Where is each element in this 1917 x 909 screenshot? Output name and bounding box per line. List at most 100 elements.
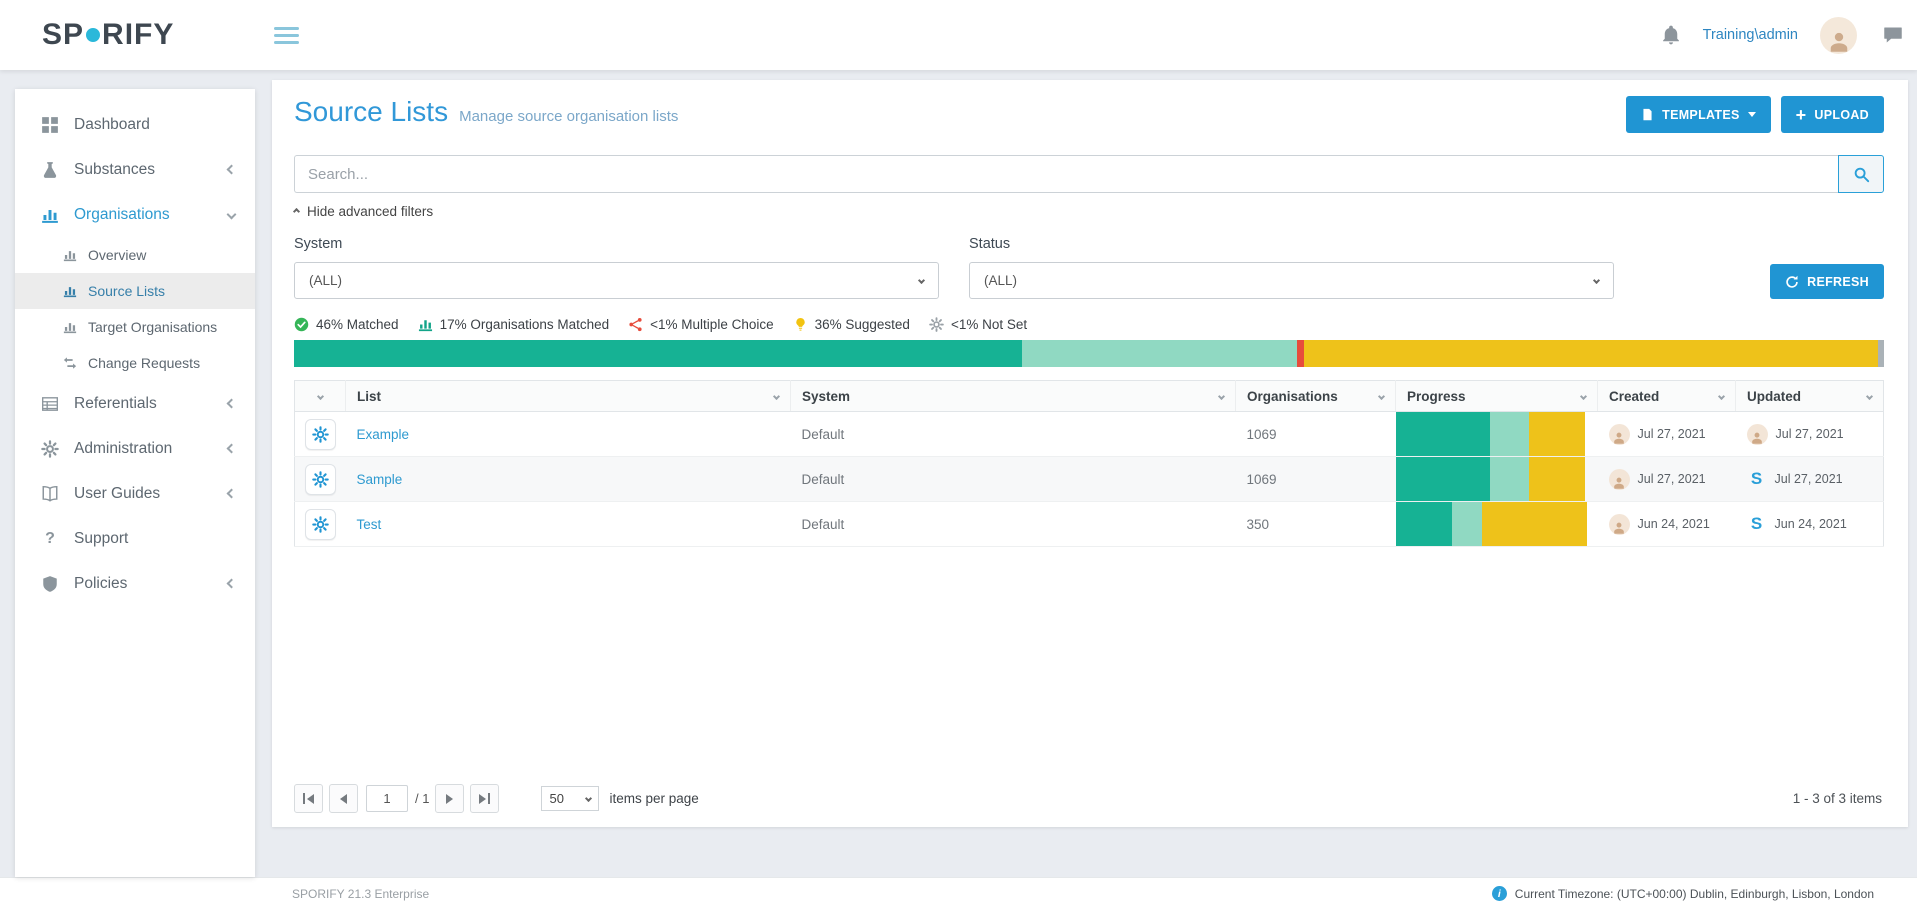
progress-segment-matched	[294, 340, 1022, 367]
column-header-progress[interactable]: Progress	[1396, 381, 1598, 412]
sidebar-toggle-icon[interactable]	[274, 27, 299, 44]
user-avatar-icon	[1609, 469, 1630, 490]
legend-matched: 46% Matched	[294, 317, 399, 332]
logo-text-pre: SP	[42, 18, 84, 52]
chevron-down-icon	[773, 392, 780, 399]
created-cell: Jul 27, 2021	[1609, 469, 1725, 490]
system-cell: Default	[791, 412, 1236, 457]
chevron-down-icon	[1718, 392, 1725, 399]
page-number-input[interactable]	[366, 785, 408, 812]
row-settings-button[interactable]	[305, 464, 336, 495]
system-select[interactable]: (ALL)	[294, 262, 939, 299]
bar-chart-icon	[63, 248, 77, 262]
plus-icon: +	[1796, 106, 1807, 124]
chevron-left-icon	[227, 165, 237, 175]
table-row: Sample Default 1069 Jul 27, 2021	[295, 457, 1884, 502]
last-page-button[interactable]	[470, 784, 499, 813]
version-label: SPORIFY 21.3 Enterprise	[292, 887, 429, 901]
previous-page-button[interactable]	[329, 784, 358, 813]
file-icon	[1641, 108, 1654, 121]
gear-icon	[312, 426, 329, 443]
chevron-down-icon	[1378, 392, 1385, 399]
updated-cell: Jul 27, 2021	[1747, 424, 1873, 445]
sidebar-item-referentials[interactable]: Referentials	[15, 381, 255, 426]
overall-progress-bar	[294, 340, 1884, 367]
upload-button[interactable]: + UPLOAD	[1781, 96, 1884, 133]
source-lists-table: List System Organisations Progress Creat…	[294, 380, 1884, 547]
search-input[interactable]	[294, 155, 1838, 193]
sidebar-subitem-label: Change Requests	[88, 355, 200, 371]
created-cell: Jul 27, 2021	[1609, 424, 1725, 445]
system-cell: Default	[791, 457, 1236, 502]
search-icon	[1853, 166, 1870, 183]
flask-icon	[41, 161, 59, 179]
sidebar-item-overview[interactable]: Overview	[15, 237, 255, 273]
app-shell: Dashboard Substances Organisations Overv…	[0, 70, 1917, 877]
chevron-down-icon	[1218, 392, 1225, 399]
first-page-button[interactable]	[294, 784, 323, 813]
sidebar-item-administration[interactable]: Administration	[15, 426, 255, 471]
column-header-created[interactable]: Created	[1598, 381, 1736, 412]
hide-advanced-filters-toggle[interactable]: Hide advanced filters	[294, 204, 433, 219]
sidebar-item-label: Referentials	[74, 395, 157, 413]
status-filter-label: Status	[969, 236, 1614, 252]
top-header: SP RIFY Training\admin	[0, 0, 1917, 70]
list-link[interactable]: Example	[357, 427, 410, 442]
column-header-updated[interactable]: Updated	[1736, 381, 1884, 412]
chevron-down-icon	[227, 210, 237, 220]
sidebar: Dashboard Substances Organisations Overv…	[15, 89, 255, 877]
app-footer: SPORIFY 21.3 Enterprise i Current Timezo…	[0, 877, 1917, 909]
sidebar-item-label: User Guides	[74, 485, 160, 503]
user-avatar-icon	[1609, 514, 1630, 535]
app-logo[interactable]: SP RIFY	[42, 18, 174, 52]
sidebar-item-label: Policies	[74, 575, 127, 593]
sidebar-item-organisations[interactable]: Organisations	[15, 192, 255, 237]
refresh-button[interactable]: REFRESH	[1770, 264, 1884, 299]
items-per-page-select[interactable]: 50	[541, 786, 599, 811]
table-row: Test Default 350 Jun 24, 2021	[295, 502, 1884, 547]
row-settings-button[interactable]	[305, 419, 336, 450]
list-link[interactable]: Test	[357, 517, 382, 532]
sidebar-item-substances[interactable]: Substances	[15, 147, 255, 192]
sidebar-item-dashboard[interactable]: Dashboard	[15, 102, 255, 147]
status-select[interactable]: (ALL)	[969, 262, 1614, 299]
sidebar-item-source-lists[interactable]: Source Lists	[15, 273, 255, 309]
notifications-bell-icon[interactable]	[1661, 25, 1681, 45]
column-menu-header[interactable]	[295, 381, 346, 412]
bar-chart-icon	[63, 320, 77, 334]
sidebar-item-support[interactable]: ? Support	[15, 516, 255, 561]
row-settings-button[interactable]	[305, 509, 336, 540]
table-icon	[41, 395, 59, 413]
user-avatar[interactable]	[1820, 17, 1857, 54]
column-header-system[interactable]: System	[791, 381, 1236, 412]
page-title: Source Lists	[294, 96, 448, 128]
chat-icon[interactable]	[1883, 25, 1903, 45]
sidebar-item-target-organisations[interactable]: Target Organisations	[15, 309, 255, 345]
logo-text-post: RIFY	[102, 18, 174, 52]
templates-button[interactable]: TEMPLATES	[1626, 96, 1770, 133]
sporify-s-icon: S	[1747, 469, 1767, 489]
search-button[interactable]	[1838, 155, 1884, 193]
sidebar-item-label: Organisations	[74, 206, 170, 224]
user-avatar-icon	[1609, 424, 1630, 445]
swap-arrows-icon	[63, 356, 77, 370]
column-header-organisations[interactable]: Organisations	[1236, 381, 1396, 412]
header-right-group: Training\admin	[1661, 17, 1903, 54]
next-page-button[interactable]	[435, 784, 464, 813]
main-content: Source Lists Manage source organisation …	[255, 70, 1917, 877]
progress-segment-not-set	[1878, 340, 1884, 367]
organisations-cell: 1069	[1236, 457, 1396, 502]
info-icon: i	[1492, 886, 1507, 901]
organisations-submenu: Overview Source Lists Target Organisatio…	[15, 237, 255, 381]
column-header-list[interactable]: List	[346, 381, 791, 412]
items-range-label: 1 - 3 of 3 items	[1793, 791, 1884, 806]
sporify-s-icon: S	[1747, 514, 1767, 534]
sidebar-item-policies[interactable]: Policies	[15, 561, 255, 606]
legend-organisations-matched: 17% Organisations Matched	[418, 317, 610, 332]
logged-in-user[interactable]: Training\admin	[1703, 27, 1798, 43]
sidebar-item-user-guides[interactable]: User Guides	[15, 471, 255, 516]
table-row: Example Default 1069 Jul 27, 2021	[295, 412, 1884, 457]
page-header-row: Source Lists Manage source organisation …	[294, 96, 1884, 133]
sidebar-item-change-requests[interactable]: Change Requests	[15, 345, 255, 381]
list-link[interactable]: Sample	[357, 472, 403, 487]
